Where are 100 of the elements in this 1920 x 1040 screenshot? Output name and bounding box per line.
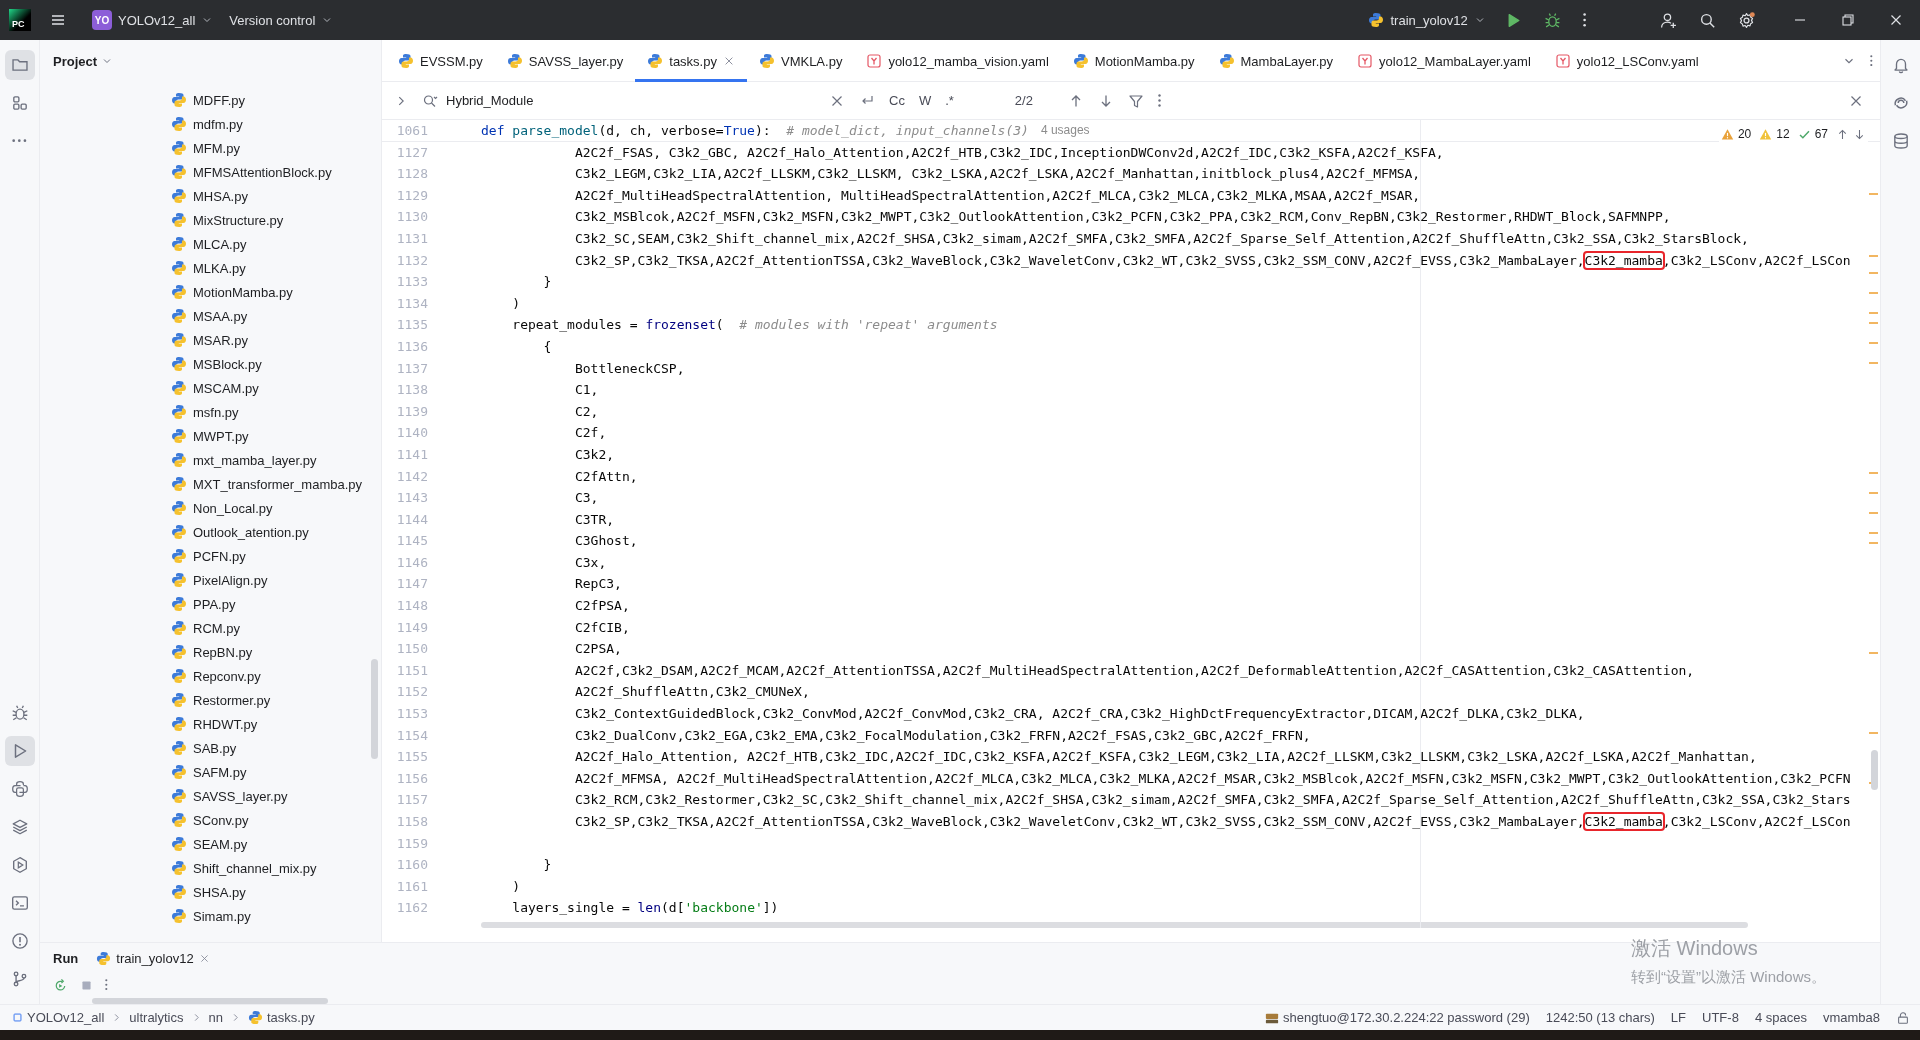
search-icon[interactable] bbox=[1699, 11, 1716, 29]
run-config-dropdown[interactable]: train_yolov12 bbox=[1360, 8, 1494, 32]
file-name[interactable]: Simam.py bbox=[193, 908, 251, 924]
file-name[interactable]: RHDWT.py bbox=[193, 716, 258, 732]
scrollbar-thumb[interactable] bbox=[92, 998, 328, 1004]
file-name[interactable]: RCM.py bbox=[193, 620, 240, 636]
debug-icon[interactable] bbox=[1543, 11, 1561, 29]
settings-icon[interactable] bbox=[1738, 11, 1755, 29]
editor-tab[interactable]: EVSSM.py bbox=[386, 40, 495, 82]
status-item[interactable]: 4 spaces bbox=[1746, 1010, 1815, 1025]
python-file-icon bbox=[171, 692, 187, 708]
file-name[interactable]: SHSA.py bbox=[193, 884, 246, 900]
file-name[interactable]: MFMSAttentionBlock.py bbox=[193, 164, 332, 180]
run-tool-button[interactable] bbox=[4, 736, 35, 766]
breadcrumb[interactable]: ultralytics bbox=[129, 1010, 184, 1025]
run-tab[interactable]: train_yolov12 bbox=[92, 950, 214, 966]
line-number: 1146 bbox=[395, 553, 429, 572]
problem-count[interactable]: 20 bbox=[1737, 123, 1752, 145]
breadcrumb[interactable]: tasks.py bbox=[248, 1010, 315, 1025]
filter-icon[interactable] bbox=[1127, 92, 1144, 109]
project-tool-button[interactable] bbox=[4, 50, 35, 80]
file-name[interactable]: MHSA.py bbox=[193, 188, 248, 204]
usages-hint[interactable]: 4 usages bbox=[1040, 120, 1090, 141]
file-name[interactable]: SAB.py bbox=[193, 740, 237, 756]
code-line: ) bbox=[511, 294, 521, 313]
file-name[interactable]: MixStructure.py bbox=[193, 212, 284, 228]
file-name[interactable]: MSBlock.py bbox=[193, 356, 262, 372]
editor-tab[interactable]: VMKLA.py bbox=[746, 40, 855, 82]
file-name[interactable]: SAVSS_layer.py bbox=[193, 788, 288, 804]
next-problem-icon[interactable] bbox=[1853, 127, 1866, 141]
find-field[interactable]: Hybrid_Module bbox=[446, 93, 746, 108]
file-name[interactable]: Outlook_atention.py bbox=[193, 524, 309, 540]
editor-tab[interactable]: yolo12_MambaLayer.yaml bbox=[1345, 40, 1543, 82]
status-item[interactable]: 1242:50 (13 chars) bbox=[1537, 1010, 1663, 1025]
activation-title: 激活 Windows bbox=[1631, 936, 1759, 961]
problem-count[interactable]: 67 bbox=[1814, 123, 1828, 145]
file-name[interactable]: MWPT.py bbox=[193, 428, 249, 444]
file-name[interactable]: mdfm.py bbox=[193, 116, 243, 132]
editor-tab[interactable]: yolo12_mamba_vision.yaml bbox=[854, 40, 1061, 82]
stop-icon[interactable] bbox=[80, 978, 93, 992]
file-name[interactable]: SAFM.py bbox=[193, 764, 247, 780]
file-name[interactable]: Shift_channel_mix.py bbox=[193, 860, 317, 876]
file-name[interactable]: msfn.py bbox=[193, 404, 239, 420]
file-name[interactable]: MSCAM.py bbox=[193, 380, 259, 396]
menu-icon[interactable] bbox=[50, 12, 66, 28]
file-name[interactable]: PPA.py bbox=[193, 596, 236, 612]
scrollbar-thumb[interactable] bbox=[481, 921, 1748, 928]
status-item[interactable]: LF bbox=[1662, 1010, 1695, 1025]
file-name[interactable]: MLCA.py bbox=[193, 236, 247, 252]
project-widget[interactable]: YO YOLOv12_all bbox=[84, 6, 222, 34]
code-line: } bbox=[542, 273, 552, 292]
file-name[interactable]: PCFN.py bbox=[193, 548, 246, 564]
file-name[interactable]: RepBN.py bbox=[193, 644, 253, 660]
vcs-dropdown[interactable]: Version control bbox=[221, 8, 342, 32]
file-name[interactable]: MSAA.py bbox=[193, 308, 248, 324]
file-name[interactable]: MFM.py bbox=[193, 140, 240, 156]
scrollbar-thumb[interactable] bbox=[1871, 750, 1878, 790]
more-icon[interactable] bbox=[1870, 54, 1873, 67]
lock-icon[interactable] bbox=[1896, 1010, 1910, 1025]
scrollbar-thumb[interactable] bbox=[371, 659, 378, 759]
file-name[interactable]: SConv.py bbox=[193, 812, 249, 828]
status-item[interactable]: UTF-8 bbox=[1694, 1010, 1747, 1025]
project-view-dropdown[interactable]: Project bbox=[53, 53, 114, 69]
file-name[interactable]: Restormer.py bbox=[193, 692, 271, 708]
folder-icon bbox=[10, 56, 29, 74]
file-name[interactable]: PixelAlign.py bbox=[193, 572, 268, 588]
match-case-toggle[interactable]: Cc bbox=[885, 91, 909, 110]
editor-tab[interactable]: tasks.py bbox=[635, 40, 747, 82]
restore-icon[interactable] bbox=[1840, 12, 1856, 28]
file-name[interactable]: mxt_mamba_layer.py bbox=[193, 452, 317, 468]
python-file-icon bbox=[171, 332, 187, 348]
file-name[interactable]: Repconv.py bbox=[193, 668, 261, 684]
search-icon[interactable] bbox=[422, 92, 438, 109]
editor-tab[interactable]: MotionMamba.py bbox=[1060, 40, 1207, 82]
file-name[interactable]: MLKA.py bbox=[193, 260, 246, 276]
breadcrumb[interactable]: nn bbox=[208, 1010, 223, 1025]
add-user-icon[interactable] bbox=[1660, 11, 1677, 29]
python-file-icon bbox=[171, 308, 187, 324]
editor-tab[interactable]: MambaLayer.py bbox=[1206, 40, 1346, 82]
status-item[interactable]: vmamba8 bbox=[1814, 1010, 1888, 1025]
editor-tab[interactable]: yolo12_LSConv.yaml bbox=[1542, 40, 1711, 82]
more-icon[interactable] bbox=[105, 979, 108, 991]
regex-toggle[interactable]: .* bbox=[941, 91, 958, 110]
file-name[interactable]: MXT_transformer_mamba.py bbox=[193, 476, 363, 492]
file-name[interactable]: Non_Local.py bbox=[193, 500, 273, 516]
more-icon[interactable] bbox=[1157, 94, 1161, 107]
breadcrumb[interactable]: YOLOv12_all bbox=[12, 1010, 105, 1025]
status-item[interactable]: shengtuo@172.30.2.224:22 password (29) bbox=[1257, 1010, 1538, 1025]
previous-problem-icon[interactable] bbox=[1836, 127, 1849, 141]
app-logo: PC bbox=[9, 9, 31, 31]
file-name[interactable]: MotionMamba.py bbox=[193, 284, 293, 300]
rerun-icon[interactable] bbox=[53, 977, 68, 993]
file-name[interactable]: MDFF.py bbox=[193, 92, 245, 108]
more-icon[interactable] bbox=[1582, 13, 1586, 27]
file-name[interactable]: MSAR.py bbox=[193, 332, 248, 348]
problem-count[interactable]: 12 bbox=[1776, 123, 1790, 145]
editor-tab[interactable]: SAVSS_layer.py bbox=[494, 40, 636, 82]
warning-icon[interactable] bbox=[1720, 127, 1734, 141]
file-name[interactable]: SEAM.py bbox=[193, 836, 248, 852]
whole-words-toggle[interactable]: W bbox=[914, 91, 936, 110]
